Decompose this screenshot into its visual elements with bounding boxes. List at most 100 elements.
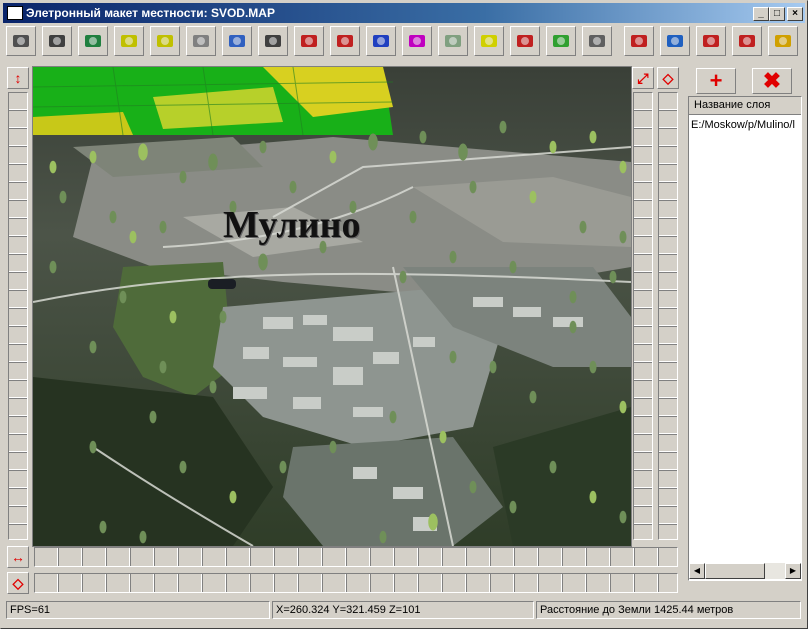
tree-sprite (439, 430, 447, 444)
scroll-right-icon[interactable]: ▶ (785, 563, 801, 579)
tree-sprite (138, 143, 148, 161)
house-globe-tool-button[interactable] (660, 26, 690, 56)
vertical-scale-track[interactable] (8, 92, 28, 540)
vehicle-red-tool-button[interactable] (330, 26, 360, 56)
scroll-left-icon[interactable]: ◀ (689, 563, 705, 579)
pan-track[interactable] (34, 547, 678, 567)
tree-sprite (368, 133, 378, 151)
tree-sprite (449, 250, 457, 264)
tree-sprite (279, 460, 287, 474)
tilt-button[interactable]: ◇ (657, 67, 679, 89)
tree-sprite (469, 480, 477, 494)
vehicle-tool-button[interactable] (294, 26, 324, 56)
ruler-measure-tool-button[interactable] (510, 26, 540, 56)
tree-sprite (159, 220, 167, 234)
tree-sprite (329, 150, 337, 164)
add-layer-button[interactable]: + (696, 68, 736, 94)
zoom-extent-button[interactable]: ⤢ (632, 67, 654, 89)
tree-sprite (509, 500, 517, 514)
zoom-track[interactable] (633, 92, 653, 540)
settings-gear-icon (193, 35, 209, 47)
horizontal-move-button[interactable]: ↔ (7, 546, 29, 568)
layer-column-header[interactable]: Название слоя (689, 97, 801, 115)
tree-sprite (289, 180, 297, 194)
terrain-tool-button[interactable] (582, 26, 612, 56)
profile-line-tool-button[interactable] (624, 26, 654, 56)
info-pointer-icon (373, 35, 389, 47)
tree-sprite (529, 390, 537, 404)
layer-list[interactable]: Название слоя E:/Moskow/p/Mulino/l (688, 96, 802, 581)
map-viewport[interactable]: Мулино (32, 66, 632, 547)
tree-sprite (469, 180, 477, 194)
tree-sprite (549, 460, 557, 474)
layer-item[interactable]: E:/Moskow/p/Mulino/l (691, 119, 795, 131)
tree-sprite (428, 513, 438, 531)
main-toolbar (6, 26, 802, 60)
eraser-tool-button[interactable] (474, 26, 504, 56)
compass-axes-tool-button[interactable] (732, 26, 762, 56)
tree-sprite (569, 290, 577, 304)
help-tool-button[interactable] (768, 26, 798, 56)
ruler-measure-icon (517, 35, 533, 47)
tree-sprite (589, 130, 597, 144)
delete-layer-button[interactable]: ✖ (752, 68, 792, 94)
save-disk-tool-button[interactable] (42, 26, 72, 56)
tree-sprite (149, 410, 157, 424)
window-title: Элетронный макет местности: SVOD.MAP (26, 6, 275, 20)
tree-sprite (449, 350, 457, 364)
road-sign-icon (265, 35, 281, 47)
road-sign-tool-button[interactable] (258, 26, 288, 56)
vehicle-red-icon (337, 35, 353, 47)
map-edit-tool-button[interactable] (696, 26, 726, 56)
map-place-label: Мулино (223, 204, 361, 246)
tree-sprite (399, 270, 407, 284)
layer-list-scrollbar[interactable]: ◀ ▶ (689, 563, 801, 579)
eraser-icon (481, 35, 497, 47)
tree-sprite (379, 530, 387, 544)
layers-stack-icon (229, 35, 245, 47)
settings-gear-tool-button[interactable] (186, 26, 216, 56)
rotate-button[interactable]: ◇ (7, 572, 29, 594)
map-grid-tool-button[interactable] (438, 26, 468, 56)
polygon-paint-tool-button[interactable] (402, 26, 432, 56)
open-folder-tool-button[interactable] (6, 26, 36, 56)
layers-stack-tool-button[interactable] (222, 26, 252, 56)
zoom-in-tool-button[interactable] (114, 26, 144, 56)
tree-sprite (259, 140, 267, 154)
zoom-out-tool-button[interactable] (150, 26, 180, 56)
tree-sprite (119, 290, 127, 304)
zoom-in-icon (121, 35, 137, 47)
tree-sprite (219, 310, 227, 324)
tree-sprite (59, 190, 67, 204)
tree-sprite (619, 230, 627, 244)
layers-transfer-tool-button[interactable] (78, 26, 108, 56)
tree-sprite (169, 310, 177, 324)
map-book-tool-button[interactable] (546, 26, 576, 56)
tree-sprite (389, 410, 397, 424)
tree-sprite (589, 360, 597, 374)
tree-sprite (329, 440, 337, 454)
rotation-track[interactable] (34, 573, 678, 593)
tree-sprite (89, 340, 97, 354)
map-book-icon (553, 35, 569, 47)
maximize-button[interactable]: □ (769, 7, 785, 21)
tree-sprite (89, 440, 97, 454)
scroll-thumb[interactable] (705, 563, 765, 579)
info-pointer-tool-button[interactable] (366, 26, 396, 56)
tree-sprite (139, 530, 147, 544)
status-coordinates: X=260.324 Y=321.459 Z=101 (272, 601, 534, 619)
vertical-move-button[interactable]: ↕ (7, 67, 29, 89)
tree-sprite (49, 260, 57, 274)
terrain-view[interactable] (33, 67, 631, 546)
close-button[interactable]: × (787, 7, 803, 21)
tree-sprite (589, 490, 597, 504)
tilt-track[interactable] (658, 92, 678, 540)
minimize-button[interactable]: _ (753, 7, 769, 21)
tree-sprite (49, 160, 57, 174)
status-distance: Расстояние до Земли 1425.44 метров (536, 601, 801, 619)
vehicle-icon (301, 35, 317, 47)
tree-sprite (549, 140, 557, 154)
tree-sprite (579, 220, 587, 234)
compass-axes-icon (739, 35, 755, 47)
tree-sprite (619, 160, 627, 174)
